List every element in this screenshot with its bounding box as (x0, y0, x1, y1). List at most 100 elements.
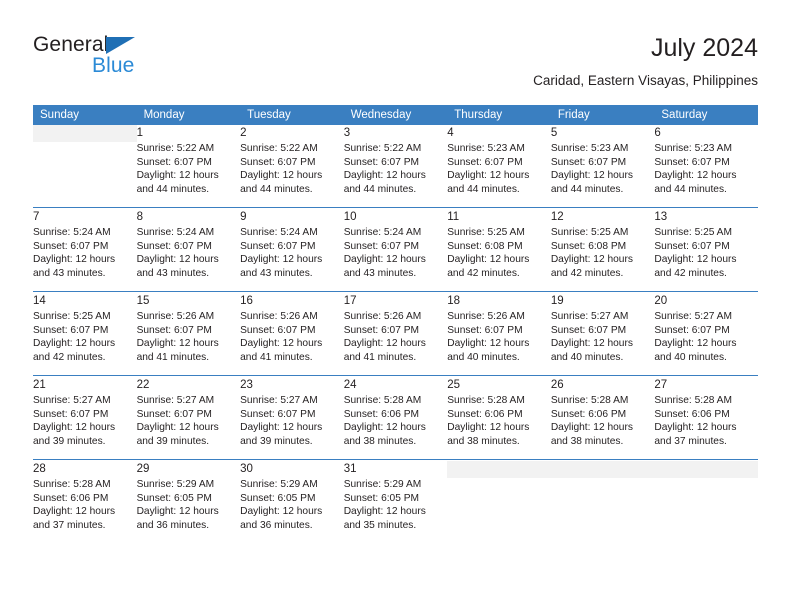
day-number[interactable]: 31 (343, 461, 448, 478)
day-daylight-line2: and 44 minutes. (343, 183, 417, 195)
day-cell[interactable]: Sunrise: 5:28 AM Sunset: 6:06 PM Daylight:… (550, 394, 655, 459)
day-number[interactable]: 24 (343, 377, 448, 394)
day-number[interactable]: 14 (33, 293, 137, 310)
day-cell[interactable]: Sunrise: 5:22 AM Sunset: 6:07 PM Daylight:… (343, 142, 448, 207)
day-cell[interactable]: Sunrise: 5:27 AM Sunset: 6:07 PM Daylight:… (550, 310, 655, 375)
day-cell[interactable]: Sunrise: 5:27 AM Sunset: 6:07 PM Daylight:… (654, 310, 758, 375)
day-cell-empty (654, 478, 758, 543)
day-detail-row: Sunrise: 5:27 AM Sunset: 6:07 PM Daylight:… (33, 394, 758, 459)
day-number[interactable]: 12 (550, 209, 655, 226)
day-number[interactable]: 20 (654, 293, 758, 310)
day-number[interactable]: 8 (136, 209, 241, 226)
day-daylight-line2: and 42 minutes. (550, 267, 624, 279)
day-cell[interactable]: Sunrise: 5:28 AM Sunset: 6:06 PM Daylight:… (343, 394, 448, 459)
day-cell[interactable]: Sunrise: 5:28 AM Sunset: 6:06 PM Daylight:… (654, 394, 758, 459)
day-cell[interactable]: Sunrise: 5:24 AM Sunset: 6:07 PM Daylight:… (33, 226, 137, 291)
day-daylight-line2: and 37 minutes. (654, 435, 727, 447)
day-daylight-line1: Daylight: 12 hours (240, 338, 323, 350)
day-daylight-line1: Daylight: 12 hours (343, 506, 426, 518)
day-cell[interactable]: Sunrise: 5:22 AM Sunset: 6:07 PM Daylight:… (136, 142, 241, 207)
day-cell[interactable]: Sunrise: 5:27 AM Sunset: 6:07 PM Daylight:… (136, 394, 241, 459)
day-number[interactable]: 1 (136, 125, 241, 142)
day-sunset: Sunset: 6:07 PM (550, 156, 627, 168)
day-number[interactable]: 19 (550, 293, 655, 310)
day-number[interactable]: 6 (654, 125, 758, 142)
day-number[interactable]: 5 (550, 125, 655, 142)
day-cell[interactable]: Sunrise: 5:29 AM Sunset: 6:05 PM Daylight:… (136, 478, 241, 543)
day-daylight-line1: Daylight: 12 hours (136, 338, 219, 350)
day-sunrise: Sunrise: 5:23 AM (447, 143, 525, 154)
day-sunset: Sunset: 6:07 PM (240, 408, 316, 420)
day-cell[interactable]: Sunrise: 5:28 AM Sunset: 6:06 PM Daylight:… (33, 478, 137, 543)
day-number[interactable]: 26 (550, 377, 655, 394)
page-title: July 2024 (650, 34, 758, 62)
day-daylight-line2: and 37 minutes. (33, 519, 106, 531)
day-cell[interactable]: Sunrise: 5:28 AM Sunset: 6:06 PM Daylight:… (447, 394, 551, 459)
day-cell[interactable]: Sunrise: 5:24 AM Sunset: 6:07 PM Daylight:… (136, 226, 241, 291)
day-number[interactable]: 2 (240, 125, 344, 142)
day-daylight-line2: and 39 minutes. (33, 435, 106, 447)
day-cell[interactable]: Sunrise: 5:26 AM Sunset: 6:07 PM Daylight:… (447, 310, 551, 375)
weekday-header-friday: Friday (550, 105, 655, 125)
day-cell[interactable]: Sunrise: 5:25 AM Sunset: 6:08 PM Daylight:… (550, 226, 655, 291)
day-cell[interactable]: Sunrise: 5:26 AM Sunset: 6:07 PM Daylight:… (343, 310, 448, 375)
day-number[interactable]: 25 (447, 377, 551, 394)
day-number[interactable]: 22 (136, 377, 241, 394)
general-blue-logo[interactable]: General Blue (33, 32, 243, 88)
day-number[interactable]: 17 (343, 293, 448, 310)
day-sunset: Sunset: 6:06 PM (654, 408, 730, 420)
day-sunrise: Sunrise: 5:25 AM (33, 311, 111, 322)
day-cell[interactable]: Sunrise: 5:24 AM Sunset: 6:07 PM Daylight:… (343, 226, 448, 291)
day-cell[interactable]: Sunrise: 5:22 AM Sunset: 6:07 PM Daylight:… (240, 142, 344, 207)
day-number[interactable]: 10 (343, 209, 448, 226)
day-daylight-line2: and 38 minutes. (343, 435, 417, 447)
day-cell[interactable]: Sunrise: 5:25 AM Sunset: 6:08 PM Daylight:… (447, 226, 551, 291)
day-number-row: 21 22 23 24 25 26 27 (33, 377, 758, 394)
day-cell[interactable]: Sunrise: 5:24 AM Sunset: 6:07 PM Daylight:… (240, 226, 344, 291)
day-number[interactable]: 15 (136, 293, 241, 310)
day-number[interactable]: 21 (33, 377, 137, 394)
day-cell[interactable]: Sunrise: 5:23 AM Sunset: 6:07 PM Daylight:… (654, 142, 758, 207)
day-number[interactable]: 30 (240, 461, 344, 478)
day-cell[interactable]: Sunrise: 5:23 AM Sunset: 6:07 PM Daylight:… (550, 142, 655, 207)
day-number[interactable]: 29 (136, 461, 241, 478)
day-number[interactable]: 4 (447, 125, 551, 142)
day-cell[interactable]: Sunrise: 5:23 AM Sunset: 6:07 PM Daylight:… (447, 142, 551, 207)
day-daylight-line2: and 43 minutes. (343, 267, 417, 279)
day-number[interactable]: 16 (240, 293, 344, 310)
day-cell[interactable]: Sunrise: 5:29 AM Sunset: 6:05 PM Daylight:… (240, 478, 344, 543)
day-daylight-line1: Daylight: 12 hours (240, 506, 323, 518)
day-daylight-line1: Daylight: 12 hours (343, 422, 426, 434)
day-daylight-line2: and 43 minutes. (33, 267, 106, 279)
day-sunset: Sunset: 6:07 PM (654, 324, 730, 336)
day-number[interactable]: 7 (33, 209, 137, 226)
day-number[interactable]: 23 (240, 377, 344, 394)
day-cell[interactable]: Sunrise: 5:27 AM Sunset: 6:07 PM Daylight:… (33, 394, 137, 459)
day-number[interactable]: 28 (33, 461, 137, 478)
day-daylight-line1: Daylight: 12 hours (654, 338, 737, 350)
day-sunset: Sunset: 6:07 PM (136, 408, 212, 420)
day-cell[interactable]: Sunrise: 5:26 AM Sunset: 6:07 PM Daylight:… (136, 310, 241, 375)
day-cell[interactable]: Sunrise: 5:29 AM Sunset: 6:05 PM Daylight:… (343, 478, 448, 543)
day-sunset: Sunset: 6:07 PM (343, 324, 420, 336)
day-cell[interactable]: Sunrise: 5:26 AM Sunset: 6:07 PM Daylight:… (240, 310, 344, 375)
day-daylight-line2: and 43 minutes. (240, 267, 313, 279)
day-cell[interactable]: Sunrise: 5:27 AM Sunset: 6:07 PM Daylight:… (240, 394, 344, 459)
day-number[interactable]: 3 (343, 125, 448, 142)
day-number[interactable]: 27 (654, 377, 758, 394)
day-number[interactable]: 11 (447, 209, 551, 226)
day-cell[interactable]: Sunrise: 5:25 AM Sunset: 6:07 PM Daylight:… (33, 310, 137, 375)
day-number[interactable]: 18 (447, 293, 551, 310)
day-sunrise: Sunrise: 5:23 AM (654, 143, 732, 154)
day-number[interactable]: 9 (240, 209, 344, 226)
day-sunset: Sunset: 6:07 PM (550, 324, 627, 336)
day-sunset: Sunset: 6:07 PM (136, 156, 212, 168)
weekday-header-row: Sunday Monday Tuesday Wednesday Thursday… (33, 105, 758, 125)
logo-text-blue: Blue (92, 54, 135, 77)
day-sunset: Sunset: 6:07 PM (136, 240, 212, 252)
day-daylight-line2: and 35 minutes. (343, 519, 417, 531)
day-number[interactable]: 13 (654, 209, 758, 226)
day-cell[interactable]: Sunrise: 5:25 AM Sunset: 6:07 PM Daylight:… (654, 226, 758, 291)
calendar-page: General Blue July 2024 Caridad, Eastern … (0, 0, 792, 612)
day-daylight-line1: Daylight: 12 hours (447, 338, 530, 350)
